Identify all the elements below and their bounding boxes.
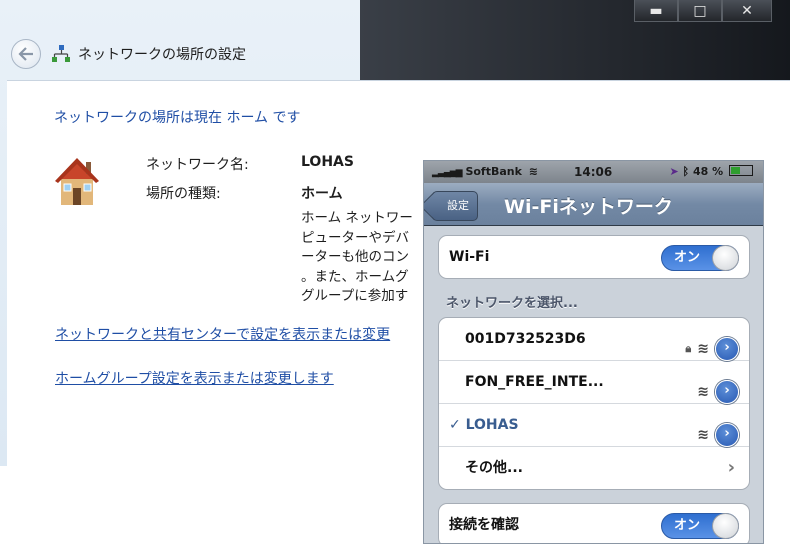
network-list: 001D732523D6 🔒︎ ≋ › FON_FREE_INTE... ≋ ›… [438,317,750,490]
network-name-value: LOHAS [301,154,354,170]
other-network-row[interactable]: その他... › [439,447,749,489]
home-network-icon [55,158,99,205]
network-row[interactable]: 001D732523D6 🔒︎ ≋ › [439,318,749,361]
location-status: ネットワークの場所は現在 ホーム です [54,110,301,126]
navigation-bar: 設定 Wi-Fiネットワーク [424,183,763,226]
toggle-knob [712,513,739,539]
location-type-value: ホーム [301,186,343,202]
window-title: ネットワークの場所の設定 [78,47,246,63]
battery-percent: 48 % [692,165,724,178]
detail-disclosure-icon[interactable]: › [715,380,739,404]
ask-to-join-toggle[interactable]: オン [661,513,739,539]
status-time: 14:06 [574,165,613,179]
detail-disclosure-icon[interactable]: › [715,423,739,447]
ask-to-join-label: 接続を確認 [449,517,519,533]
other-label: その他... [465,460,523,476]
location-type-label: 場所の種類: [146,186,221,202]
toggle-knob [712,245,739,271]
status-bar: ▂▃▄▅▆ SoftBank ≋ 14:06 ➤ ᛒ 48 % [424,161,763,183]
network-icon [52,45,70,62]
status-right: ➤ ᛒ 48 % [669,165,753,178]
ask-to-join-row: 接続を確認 オン [439,504,749,543]
location-description: ホーム ネットワー ピューターやデバ ーターも他のコン 。また、ホームグ グルー… [301,209,431,307]
back-button[interactable] [11,39,41,69]
network-row-selected[interactable]: ✓ LOHAS ≋ › [439,404,749,447]
maximize-button[interactable]: □ [678,0,722,22]
toggle-on-label: オン [674,250,701,265]
wifi-row: Wi-Fi オン [439,236,749,278]
back-arrow-icon [18,47,33,61]
description-line: ピューターやデバ [301,229,409,246]
toggle-on-label: オン [674,518,701,533]
wifi-toggle[interactable]: オン [661,245,739,271]
description-line: ーターも他のコン [301,249,409,265]
battery-icon [729,165,753,176]
carrier-area: ▂▃▄▅▆ SoftBank ≋ [432,165,538,178]
network-name-label: ネットワーク名: [146,157,249,173]
nav-title: Wi-Fiネットワーク [504,196,673,218]
chevron-right-icon: › [727,457,735,478]
network-row[interactable]: FON_FREE_INTE... ≋ › [439,361,749,404]
iphone-screenshot: ▂▃▄▅▆ SoftBank ≋ 14:06 ➤ ᛒ 48 % 設定 Wi-Fi… [423,160,764,544]
description-line: グループに参加す [301,288,409,304]
network-name: 001D732523D6 [465,331,586,347]
location-arrow-icon: ➤ [669,165,679,178]
wifi-label: Wi-Fi [449,249,490,265]
wifi-status-icon: ≋ [528,165,538,178]
ask-to-join-group: 接続を確認 オン [438,503,750,543]
description-line: 。また、ホームグ [301,268,409,285]
checkmark-icon: ✓ [449,417,461,433]
description-line: ホーム ネットワー [301,210,413,226]
window-controls: ▬ □ ✕ [634,0,772,22]
carrier-name: SoftBank [465,165,522,178]
minimize-button[interactable]: ▬ [634,0,678,22]
network-name: FON_FREE_INTE... [465,374,604,390]
settings-back-button[interactable]: 設定 [432,191,478,221]
homegroup-settings-link[interactable]: ホームグループ設定を表示または変更します [55,368,334,388]
choose-network-header: ネットワークを選択... [446,296,578,311]
network-center-link[interactable]: ネットワークと共有センターで設定を表示または変更 [55,324,390,344]
close-button[interactable]: ✕ [722,0,772,22]
background-window-dark: ▬ □ ✕ [360,0,790,80]
wifi-toggle-group: Wi-Fi オン [438,235,750,279]
signal-bars-icon: ▂▃▄▅▆ [432,168,463,178]
bluetooth-icon: ᛒ [682,165,690,178]
network-name: LOHAS [465,417,519,433]
detail-disclosure-icon[interactable]: › [715,337,739,361]
